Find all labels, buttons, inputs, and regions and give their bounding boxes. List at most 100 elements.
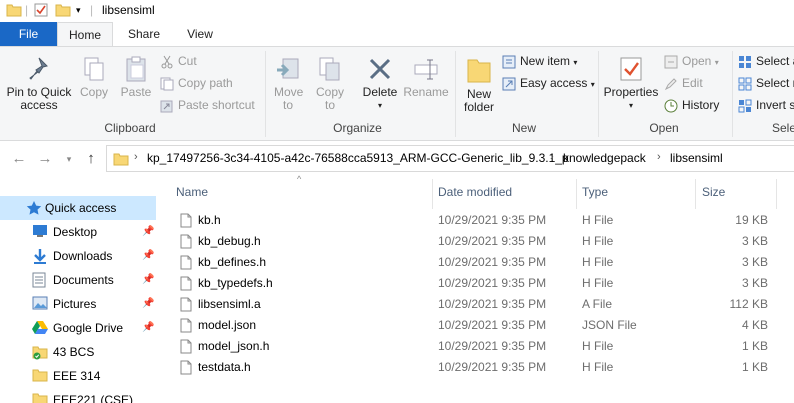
rename-button[interactable]: Rename	[402, 55, 450, 99]
properties-button[interactable]: Properties ▾	[602, 55, 660, 112]
paste-button[interactable]: Paste	[118, 55, 154, 99]
select-all-button[interactable]: Select a	[738, 51, 794, 71]
file-row[interactable]: model.json 10/29/2021 9:35 PM JSON File …	[160, 315, 794, 336]
forward-arrow-icon[interactable]: →	[36, 150, 54, 168]
up-arrow-icon[interactable]: ↑	[82, 150, 100, 168]
move-to-button[interactable]: Move to	[268, 55, 308, 112]
customize-toolbar-icon[interactable]: ▾	[76, 5, 81, 16]
invert-selection-label: Invert s	[756, 98, 794, 112]
file-row[interactable]: kb_debug.h 10/29/2021 9:35 PM H File 3 K…	[160, 231, 794, 252]
column-divider[interactable]	[576, 179, 577, 209]
separator: |	[90, 3, 94, 17]
properties-check-icon[interactable]	[34, 3, 48, 17]
delete-x-icon	[369, 58, 391, 80]
column-header-name[interactable]: Name	[176, 185, 208, 199]
file-icon	[180, 276, 192, 291]
new-item-button[interactable]: New item ▾	[502, 51, 577, 71]
ribbon: Pin to Quick access Copy Paste Cut Copy …	[0, 46, 794, 141]
select-none-icon	[738, 77, 752, 91]
breadcrumb-libsensiml[interactable]: libsensiml	[670, 151, 723, 165]
copy-path-button[interactable]: Copy path	[160, 73, 233, 93]
column-divider[interactable]	[776, 179, 777, 209]
file-row[interactable]: kb.h 10/29/2021 9:35 PM H File 19 KB	[160, 210, 794, 231]
open-label: Open	[682, 54, 712, 68]
column-header-date-modified[interactable]: Date modified	[438, 185, 512, 199]
copy-to-label: Copy to	[316, 85, 345, 112]
nav-item-downloads[interactable]: Downloads 📌	[0, 244, 156, 268]
file-icon	[180, 360, 192, 375]
history-icon	[664, 99, 678, 113]
easy-access-icon	[502, 77, 516, 91]
group-divider	[732, 51, 733, 137]
tab-share[interactable]: Share	[116, 22, 172, 46]
paste-shortcut-button[interactable]: Paste shortcut	[160, 95, 255, 115]
breadcrumb-chevron-icon[interactable]: ›	[134, 151, 138, 163]
file-list: ^ Name Date modified Type Size kb.h 10/2…	[160, 174, 794, 403]
pin-icon[interactable]: 📌	[142, 292, 154, 316]
cut-button[interactable]: Cut	[160, 51, 197, 71]
easy-access-dropdown-icon: ▾	[590, 80, 595, 89]
column-divider[interactable]	[432, 179, 433, 209]
file-date-modified: 10/29/2021 9:35 PM	[438, 255, 547, 269]
file-row[interactable]: kb_typedefs.h 10/29/2021 9:35 PM H File …	[160, 273, 794, 294]
pin-label: Pin to Quick access	[6, 85, 72, 112]
nav-item-eee-314[interactable]: EEE 314	[0, 364, 156, 388]
select-all-label: Select a	[756, 54, 794, 68]
open-button[interactable]: Open ▾	[664, 51, 719, 71]
nav-item-label: EEE 314	[53, 369, 101, 383]
copy-button[interactable]: Copy	[76, 55, 112, 99]
tab-home[interactable]: Home	[57, 22, 113, 46]
file-type: H File	[582, 360, 614, 374]
tab-file[interactable]: File	[0, 22, 57, 46]
back-arrow-icon[interactable]: ←	[10, 150, 28, 168]
file-row[interactable]: kb_defines.h 10/29/2021 9:35 PM H File 3…	[160, 252, 794, 273]
file-row[interactable]: testdata.h 10/29/2021 9:35 PM H File 1 K…	[160, 357, 794, 378]
address-bar[interactable]: › kp_17497256-3c34-4105-a42c-76588cca591…	[106, 145, 794, 172]
invert-selection-button[interactable]: Invert s	[738, 95, 794, 115]
pin-icon[interactable]: 📌	[142, 244, 154, 268]
new-item-label: New item	[520, 54, 571, 68]
group-divider	[598, 51, 599, 137]
file-type: H File	[582, 213, 614, 227]
file-type: H File	[582, 255, 614, 269]
column-header-type[interactable]: Type	[582, 185, 608, 199]
nav-item-pictures[interactable]: Pictures 📌	[0, 292, 156, 316]
breadcrumb-chevron-icon[interactable]: ›	[657, 151, 661, 163]
pin-icon[interactable]: 📌	[142, 316, 154, 340]
pin-icon[interactable]: 📌	[142, 268, 154, 292]
file-name: model_json.h	[198, 339, 270, 353]
edit-icon	[664, 78, 677, 90]
folder-icon	[6, 4, 22, 17]
nav-item-quick-access[interactable]: Quick access	[0, 196, 156, 220]
copy-to-button[interactable]: Copy to	[310, 55, 350, 112]
nav-item-google-drive[interactable]: Google Drive 📌	[0, 316, 156, 340]
file-name: libsensiml.a	[198, 297, 261, 311]
file-row[interactable]: libsensiml.a 10/29/2021 9:35 PM A File 1…	[160, 294, 794, 315]
column-divider[interactable]	[695, 179, 696, 209]
pin-icon[interactable]: 📌	[142, 220, 154, 244]
column-header-size[interactable]: Size	[702, 185, 725, 199]
breadcrumb-kp-folder[interactable]: kp_17497256-3c34-4105-a42c-76588cca5913_…	[147, 151, 569, 165]
nav-item-43-bcs[interactable]: 43 BCS	[0, 340, 156, 364]
easy-access-button[interactable]: Easy access ▾	[502, 73, 595, 93]
documents-icon	[32, 272, 46, 288]
edit-button[interactable]: Edit	[664, 73, 703, 93]
nav-item-eee221-cse[interactable]: EEE221 (CSE)	[0, 388, 156, 403]
desktop-icon	[33, 225, 47, 237]
breadcrumb-chevron-icon[interactable]: ›	[550, 151, 554, 163]
breadcrumb-knowledgepack[interactable]: knowledgepack	[563, 151, 646, 165]
nav-item-desktop[interactable]: Desktop 📌	[0, 220, 156, 244]
recent-locations-chevron-icon[interactable]: ▾	[60, 150, 78, 168]
tab-view[interactable]: View	[172, 22, 228, 46]
file-name: kb_defines.h	[198, 255, 267, 269]
new-folder-icon[interactable]	[55, 3, 71, 17]
select-none-button[interactable]: Select n	[738, 73, 794, 93]
history-button[interactable]: History	[664, 95, 719, 115]
file-date-modified: 10/29/2021 9:35 PM	[438, 318, 547, 332]
file-row[interactable]: model_json.h 10/29/2021 9:35 PM H File 1…	[160, 336, 794, 357]
nav-item-documents[interactable]: Documents 📌	[0, 268, 156, 292]
clipboard-icon	[126, 56, 146, 82]
pin-to-quick-access-button[interactable]: Pin to Quick access	[4, 55, 74, 112]
new-folder-button[interactable]: New folder	[458, 55, 500, 114]
delete-button[interactable]: Delete ▾	[360, 55, 400, 112]
